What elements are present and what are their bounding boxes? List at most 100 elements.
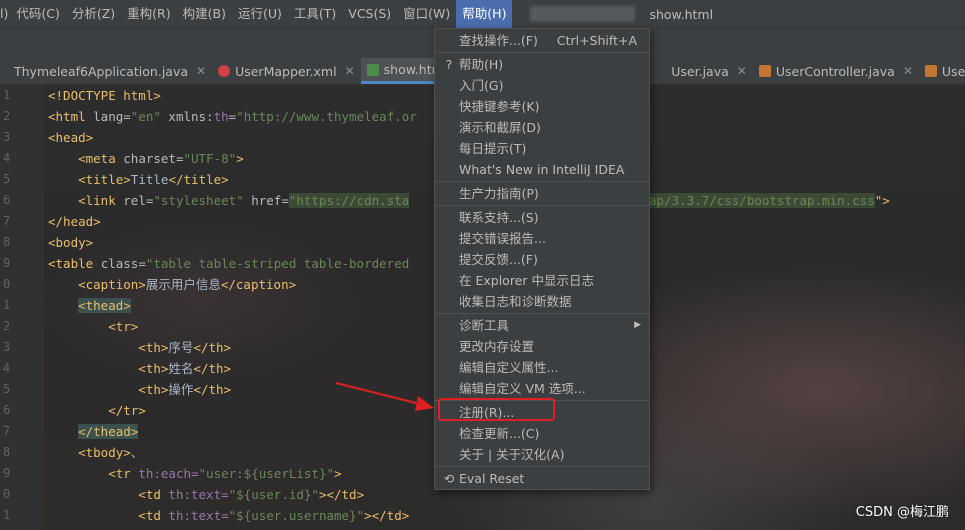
menu-item-help[interactable]: ? 帮助(H): [435, 54, 649, 75]
menu-item-productivity-guide[interactable]: 生产力指南(P): [435, 183, 649, 204]
menu-item-contact-support[interactable]: 联系支持...(S): [435, 207, 649, 228]
menu-run[interactable]: 运行(U): [232, 0, 288, 28]
code-token: ></td>: [364, 508, 410, 523]
annotation-highlight-box: [438, 398, 555, 421]
line-number: 5: [3, 172, 11, 186]
menu-window[interactable]: 窗口(W): [397, 0, 456, 28]
code-token: <meta: [48, 151, 124, 166]
menu-vcs[interactable]: VCS(S): [342, 0, 397, 28]
menu-item-label: 提交反馈...(F): [459, 252, 538, 267]
menu-item-collect-logs[interactable]: 收集日志和诊断数据: [435, 291, 649, 312]
code-token: >: [236, 151, 244, 166]
menu-item-label: What's New in IntelliJ IDEA: [459, 162, 625, 177]
tab-user-controller[interactable]: UserController.java ✕: [753, 58, 919, 84]
menu-item-check-updates[interactable]: 检查更新...(C): [435, 423, 649, 444]
code-token: <tr: [48, 466, 139, 481]
code-token: <th>: [48, 361, 169, 376]
close-icon[interactable]: ✕: [345, 64, 355, 78]
code-token: <link: [48, 193, 124, 208]
code-token: href=: [243, 193, 289, 208]
line-number: 3: [3, 340, 11, 354]
menu-item-demos[interactable]: 演示和截屏(D): [435, 117, 649, 138]
help-icon: ?: [445, 57, 453, 72]
xml-file-icon: [218, 65, 231, 77]
window-filename: show.html: [649, 6, 714, 22]
menu-item-label: 收集日志和诊断数据: [459, 294, 572, 309]
close-icon[interactable]: ✕: [903, 64, 913, 78]
menu-separator: [435, 52, 649, 53]
code-token: <td: [48, 508, 169, 523]
menu-tools[interactable]: 工具(T): [288, 0, 342, 28]
watermark: CSDN @梅江鹏: [855, 505, 949, 520]
menu-item-change-memory[interactable]: 更改内存设置: [435, 336, 649, 357]
menu-item-show-log[interactable]: 在 Explorer 中显示日志: [435, 270, 649, 291]
line-number: 1: [3, 508, 11, 522]
code-token: ></td>: [318, 487, 365, 502]
close-icon[interactable]: ✕: [196, 64, 206, 78]
menu-item-edit-properties[interactable]: 编辑自定义属性...: [435, 357, 649, 378]
code-token: </title>: [168, 172, 229, 187]
line-number: 5: [3, 382, 11, 396]
menu-separator: [435, 313, 649, 314]
code-token: <th>: [48, 340, 169, 355]
code-token: "https://cdn.sta: [288, 193, 410, 208]
menu-item-submit-bug[interactable]: 提交错误报告...: [435, 228, 649, 249]
tab-user-java[interactable]: User.java ✕: [665, 58, 753, 84]
line-number: 0: [3, 487, 11, 501]
menu-item-diagnostic-tools[interactable]: 诊断工具 ▶: [435, 315, 649, 336]
tab-label: User.java: [671, 63, 729, 79]
tab-user-dao[interactable]: UserDao: [919, 58, 965, 84]
tab-label: UserDao: [941, 63, 965, 79]
menu-item-label: 提交错误报告...: [459, 231, 546, 246]
menu-analyze[interactable]: 分析(Z): [66, 0, 121, 28]
code-token: <title>: [48, 172, 131, 187]
code-token: </th>: [193, 340, 232, 355]
code-token: "http://www.thymeleaf.or: [236, 109, 417, 124]
blurred-project-name: [530, 6, 636, 22]
menu-code[interactable]: 代码(C): [10, 0, 65, 28]
menu-item-submit-feedback[interactable]: 提交反馈...(F): [435, 249, 649, 270]
menu-separator: [435, 205, 649, 206]
menu-item-tip-of-day[interactable]: 每日提示(T): [435, 138, 649, 159]
menu-item-label: 入门(G): [459, 78, 504, 93]
code-token: </caption>: [220, 277, 297, 292]
code-token: th:text=: [168, 487, 229, 502]
code-token: <head>: [48, 130, 94, 145]
code-token: </head>: [48, 214, 101, 229]
java-file-icon: [924, 65, 937, 77]
menu-item-find-action[interactable]: 查找操作...(F) Ctrl+Shift+A: [435, 30, 649, 51]
code-token: >: [334, 466, 342, 481]
code-token: ap/3.3.7/css/bootstrap.min.css: [649, 193, 875, 208]
close-icon[interactable]: ✕: [737, 64, 747, 78]
tab-label: UserController.java: [775, 63, 895, 79]
menu-item-whats-new[interactable]: What's New in IntelliJ IDEA: [435, 159, 649, 180]
menu-help[interactable]: 帮助(H): [456, 0, 513, 28]
menu-item-label: 诊断工具: [459, 318, 510, 333]
tab-user-mapper[interactable]: UserMapper.xml ✕: [212, 58, 361, 84]
menu-item-about[interactable]: 关于 | 关于汉化(A): [435, 444, 649, 465]
menu-item-keymap-reference[interactable]: 快捷键参考(K): [435, 96, 649, 117]
menu-bar: l) 代码(C) 分析(Z) 重构(R) 构建(B) 运行(U) 工具(T) V…: [0, 0, 965, 28]
line-number: 7: [3, 424, 11, 438]
code-token: <caption>: [48, 277, 146, 292]
line-number: 1: [3, 298, 11, 312]
menu-item-label: 检查更新...(C): [459, 426, 540, 441]
menu-item-getting-started[interactable]: 入门(G): [435, 75, 649, 96]
code-token: <!DOCTYPE html>: [48, 88, 161, 103]
java-file-icon: [758, 65, 771, 77]
menu-item-eval-reset[interactable]: ⟲ Eval Reset: [435, 468, 649, 489]
code-token: <html: [48, 109, 94, 124]
tab-thymeleaf-application[interactable]: Thymeleaf6Application.java ✕: [0, 58, 212, 84]
code-token: "stylesheet": [153, 193, 244, 208]
menu-item-label: 编辑自定义属性...: [459, 360, 559, 375]
menu-item-label: 在 Explorer 中显示日志: [459, 273, 594, 288]
tab-label: UserMapper.xml: [235, 63, 337, 79]
menu-item-edit-vm-options[interactable]: 编辑自定义 VM 选项...: [435, 378, 649, 399]
menu-item-label: 编辑自定义 VM 选项...: [459, 381, 586, 396]
menu-item-label: 联系支持...(S): [459, 210, 539, 225]
menu-build[interactable]: 构建(B): [177, 0, 232, 28]
line-number: 4: [3, 151, 11, 165]
code-token: 序号: [168, 340, 194, 355]
menu-refactor[interactable]: 重构(R): [121, 0, 176, 28]
line-number: 1: [3, 88, 11, 102]
